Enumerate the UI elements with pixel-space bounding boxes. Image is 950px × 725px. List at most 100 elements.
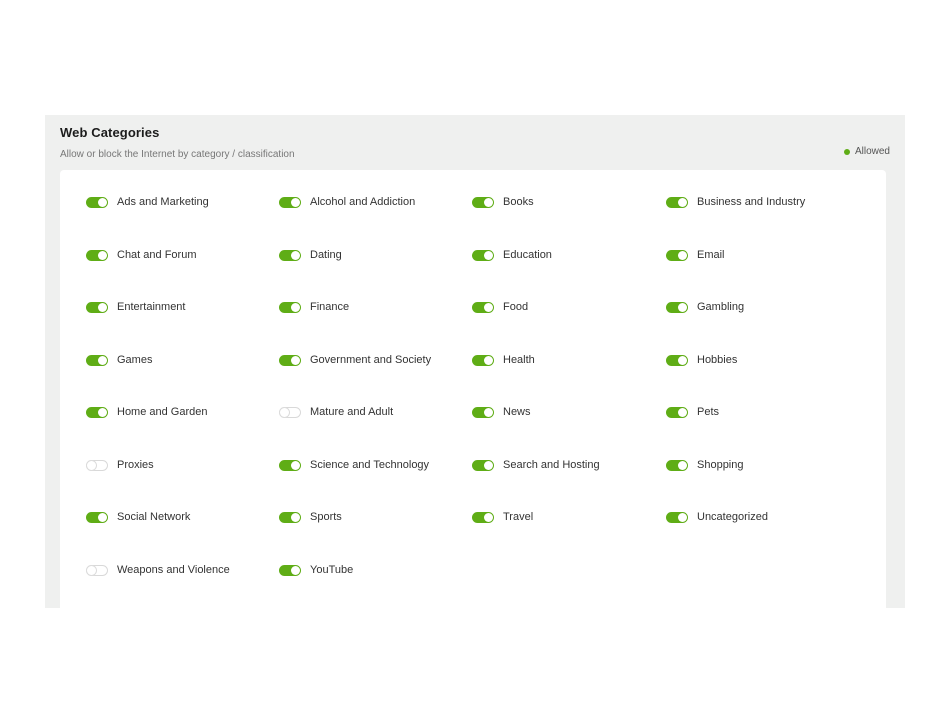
toggle-knob — [291, 303, 300, 312]
legend: Allowed — [843, 146, 890, 157]
category-toggle-pets[interactable] — [666, 407, 688, 418]
category-toggle-uncategorized[interactable] — [666, 512, 688, 523]
category-gambling[interactable]: Gambling — [666, 301, 856, 354]
toggle-knob — [291, 565, 300, 575]
category-toggle-social-network[interactable] — [86, 512, 108, 523]
toggle-knob — [678, 408, 687, 417]
allowed-dot-icon — [843, 148, 850, 155]
toggle-knob — [87, 565, 96, 575]
category-toggle-hobbies[interactable] — [666, 354, 688, 366]
category-label: Home and Garden — [117, 406, 208, 418]
category-business-and-industry[interactable]: Business and Industry — [666, 196, 856, 249]
category-toggle-business-and-industry[interactable] — [666, 197, 688, 208]
category-entertainment[interactable]: Entertainment — [86, 301, 279, 354]
category-youtube[interactable]: YouTube — [279, 564, 472, 609]
panel-title: Web Categories — [60, 125, 160, 140]
toggle-knob — [98, 513, 107, 522]
category-toggle-chat-and-forum[interactable] — [86, 249, 108, 261]
web-categories-panel: Web Categories Allow or block the Intern… — [45, 115, 905, 608]
category-toggle-books[interactable] — [472, 197, 494, 208]
category-ads-and-marketing[interactable]: Ads and Marketing — [86, 196, 279, 249]
category-toggle-education[interactable] — [472, 249, 494, 261]
category-label: Weapons and Violence — [117, 563, 230, 576]
category-proxies[interactable]: Proxies — [86, 459, 279, 512]
category-label: Government and Society — [310, 353, 432, 366]
category-toggle-gambling[interactable] — [666, 302, 688, 313]
category-finance[interactable]: Finance — [279, 301, 472, 354]
category-toggle-dating[interactable] — [279, 249, 301, 261]
category-science-and-technology[interactable]: Science and Technology — [279, 459, 472, 512]
category-toggle-weapons-and-violence[interactable] — [86, 564, 108, 576]
category-toggle-search-and-hosting[interactable] — [472, 459, 494, 471]
category-education[interactable]: Education — [472, 249, 666, 302]
category-search-and-hosting[interactable]: Search and Hosting — [472, 459, 666, 512]
toggle-knob — [484, 303, 493, 312]
category-label: Books — [503, 196, 534, 208]
category-alcohol-and-addiction[interactable]: Alcohol and Addiction — [279, 196, 472, 249]
category-games[interactable]: Games — [86, 354, 279, 407]
toggle-knob — [484, 460, 493, 470]
category-sports[interactable]: Sports — [279, 511, 472, 564]
toggle-knob — [291, 250, 300, 260]
category-uncategorized[interactable]: Uncategorized — [666, 511, 856, 564]
category-label: Entertainment — [117, 301, 186, 313]
category-news[interactable]: News — [472, 406, 666, 459]
category-toggle-travel[interactable] — [472, 512, 494, 523]
category-label: Business and Industry — [697, 196, 806, 208]
category-hobbies[interactable]: Hobbies — [666, 354, 856, 407]
category-toggle-ads-and-marketing[interactable] — [86, 197, 108, 208]
category-label: Chat and Forum — [117, 248, 197, 261]
category-shopping[interactable]: Shopping — [666, 459, 856, 512]
toggle-knob — [678, 303, 687, 312]
category-toggle-sports[interactable] — [279, 512, 301, 523]
toggle-knob — [678, 460, 687, 470]
category-health[interactable]: Health — [472, 354, 666, 407]
category-toggle-government-and-society[interactable] — [279, 354, 301, 366]
toggle-knob — [98, 408, 107, 417]
category-toggle-finance[interactable] — [279, 302, 301, 313]
category-label: News — [503, 406, 531, 418]
category-dating[interactable]: Dating — [279, 249, 472, 302]
category-travel[interactable]: Travel — [472, 511, 666, 564]
category-email[interactable]: Email — [666, 249, 856, 302]
category-social-network[interactable]: Social Network — [86, 511, 279, 564]
category-toggle-youtube[interactable] — [279, 564, 301, 576]
category-toggle-email[interactable] — [666, 249, 688, 261]
toggle-knob — [678, 513, 687, 522]
category-toggle-shopping[interactable] — [666, 459, 688, 471]
category-label: Uncategorized — [697, 511, 768, 523]
category-toggle-health[interactable] — [472, 354, 494, 366]
category-label: Travel — [503, 511, 534, 523]
category-mature-and-adult[interactable]: Mature and Adult — [279, 406, 472, 459]
category-chat-and-forum[interactable]: Chat and Forum — [86, 249, 279, 302]
category-label: Finance — [310, 301, 350, 313]
toggle-knob — [291, 460, 300, 470]
toggle-knob — [484, 355, 493, 365]
category-toggle-mature-and-adult[interactable] — [279, 407, 301, 418]
category-toggle-entertainment[interactable] — [86, 302, 108, 313]
category-books[interactable]: Books — [472, 196, 666, 249]
category-government-and-society[interactable]: Government and Society — [279, 354, 472, 407]
category-toggle-alcohol-and-addiction[interactable] — [279, 197, 301, 208]
category-food[interactable]: Food — [472, 301, 666, 354]
category-toggle-news[interactable] — [472, 407, 494, 418]
category-toggle-games[interactable] — [86, 354, 108, 366]
category-label: Education — [503, 248, 552, 261]
category-label: Social Network — [117, 511, 191, 523]
category-label: Gambling — [697, 301, 745, 313]
category-toggle-science-and-technology[interactable] — [279, 459, 301, 471]
toggle-knob — [678, 250, 687, 260]
toggle-knob — [98, 303, 107, 312]
category-label: Health — [503, 353, 535, 366]
category-grid: Ads and Marketing Alcohol and Addiction Bo… — [86, 196, 856, 608]
category-weapons-and-violence[interactable]: Weapons and Violence — [86, 564, 279, 609]
category-pets[interactable]: Pets — [666, 406, 856, 459]
toggle-knob — [291, 198, 300, 207]
category-toggle-proxies[interactable] — [86, 459, 108, 471]
toggle-knob — [484, 408, 493, 417]
category-home-and-garden[interactable]: Home and Garden — [86, 406, 279, 459]
category-label: Pets — [697, 406, 720, 418]
category-toggle-home-and-garden[interactable] — [86, 407, 108, 418]
category-toggle-food[interactable] — [472, 302, 494, 313]
category-label: Dating — [310, 248, 342, 261]
